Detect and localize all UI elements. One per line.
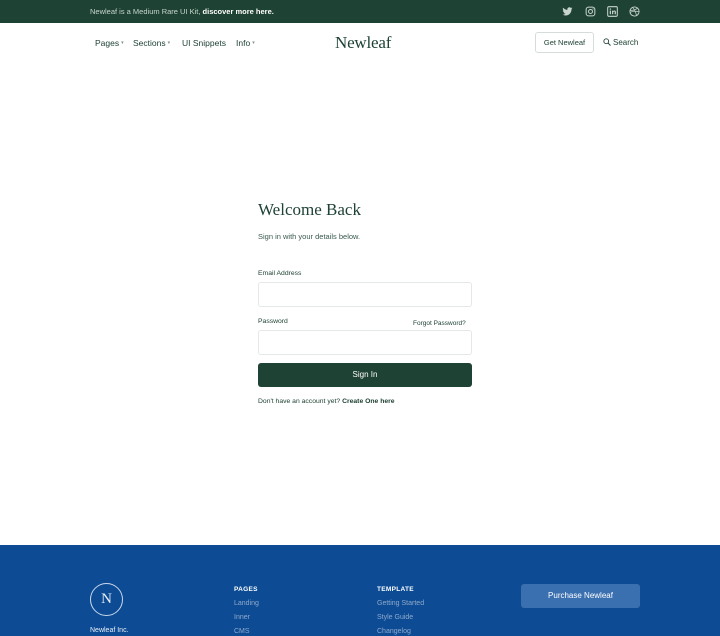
purchase-button[interactable]: Purchase Newleaf: [521, 584, 640, 608]
twitter-icon[interactable]: [562, 6, 573, 17]
search-icon: [603, 38, 611, 46]
nav-item-pages[interactable]: Pages ▾: [95, 38, 124, 48]
announcement-text: Newleaf is a Medium Rare UI Kit, discove…: [90, 7, 274, 16]
footer-link-cms[interactable]: CMS: [234, 628, 250, 635]
email-label: Email Address: [258, 270, 302, 277]
brand-logo[interactable]: Newleaf: [335, 33, 391, 53]
nav-item-sections[interactable]: Sections ▾: [133, 38, 170, 48]
linkedin-icon[interactable]: [607, 6, 618, 17]
chevron-down-icon: ▾: [121, 40, 124, 46]
announcement-bar: Newleaf is a Medium Rare UI Kit, discove…: [0, 0, 720, 23]
instagram-icon[interactable]: [585, 6, 596, 17]
search-button[interactable]: Search: [603, 38, 638, 47]
footer: N Newleaf Inc. PAGES Landing Inner CMS T…: [0, 545, 720, 636]
footer-link-inner[interactable]: Inner: [234, 614, 250, 621]
footer-link-landing[interactable]: Landing: [234, 600, 259, 607]
nav-item-ui-snippets[interactable]: UI Snippets: [182, 38, 226, 48]
email-field[interactable]: [258, 282, 472, 307]
footer-heading-pages: PAGES: [234, 586, 258, 593]
page-subtitle: Sign in with your details below.: [258, 232, 361, 241]
footer-heading-template: TEMPLATE: [377, 586, 414, 593]
create-account-text: Don't have an account yet? Create One he…: [258, 398, 395, 405]
get-newleaf-button[interactable]: Get Newleaf: [535, 32, 594, 53]
sign-in-button[interactable]: Sign In: [258, 363, 472, 387]
discover-more-link[interactable]: discover more here.: [203, 7, 274, 16]
dribbble-icon[interactable]: [629, 6, 640, 17]
main-nav: Pages ▾ Sections ▾ UI Snippets Info ▾ Newle…: [0, 23, 720, 63]
chevron-down-icon: ▾: [252, 40, 255, 46]
nav-item-info[interactable]: Info ▾: [236, 38, 255, 48]
password-field[interactable]: [258, 330, 472, 355]
footer-link-changelog[interactable]: Changelog: [377, 628, 411, 635]
footer-logo[interactable]: N: [90, 583, 123, 616]
password-label: Password: [258, 318, 288, 325]
footer-link-style-guide[interactable]: Style Guide: [377, 614, 413, 621]
forgot-password-link[interactable]: Forgot Password?: [413, 320, 466, 327]
footer-company: Newleaf Inc.: [90, 627, 129, 634]
footer-link-getting-started[interactable]: Getting Started: [377, 600, 424, 607]
chevron-down-icon: ▾: [167, 40, 171, 46]
create-account-link[interactable]: Create One here: [342, 398, 395, 405]
page-title: Welcome Back: [258, 200, 361, 219]
